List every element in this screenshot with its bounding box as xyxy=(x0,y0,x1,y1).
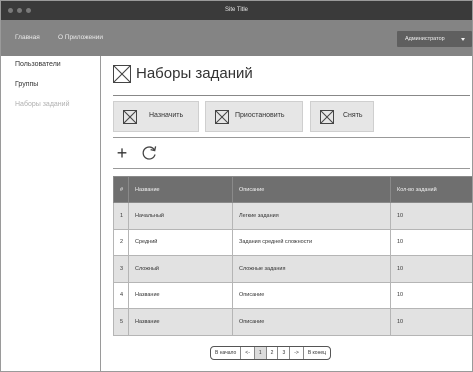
table-row[interactable]: 4 Название Описание 10 xyxy=(113,281,472,309)
pagination-first[interactable]: В начало xyxy=(211,347,242,359)
app-window: Site Title Главная О Приложении Админист… xyxy=(0,0,473,372)
pagination-next[interactable]: -> xyxy=(290,347,304,359)
column-header-name[interactable]: Название xyxy=(128,176,233,203)
refresh-icon[interactable] xyxy=(140,144,158,162)
cell-number: 4 xyxy=(113,281,129,309)
assign-button-label: Назначить xyxy=(149,112,184,119)
divider xyxy=(113,137,470,138)
column-header-number[interactable]: # xyxy=(113,176,129,203)
table-row[interactable]: 5 Название Описание 10 xyxy=(113,308,472,336)
remove-button[interactable]: Снять xyxy=(310,101,374,132)
sidebar-item-task-sets[interactable]: Наборы заданий xyxy=(15,101,70,108)
table-row[interactable]: 2 Средний Задания средней сложности 10 xyxy=(113,228,472,256)
divider xyxy=(113,168,470,169)
table-header-row: # Название Описание Кол-во заданий xyxy=(113,176,472,203)
placeholder-image-icon xyxy=(123,110,137,124)
cell-description: Легкие задания xyxy=(232,202,391,230)
cell-description: Описание xyxy=(232,308,391,336)
cell-name: Название xyxy=(128,308,233,336)
column-header-task-count[interactable]: Кол-во заданий xyxy=(390,176,472,203)
cell-task-count: 10 xyxy=(390,255,472,283)
user-role-value: Администратор xyxy=(405,36,445,42)
cell-task-count: 10 xyxy=(390,308,472,336)
sidebar-item-groups[interactable]: Группы xyxy=(15,81,38,88)
assign-button[interactable]: Назначить xyxy=(113,101,199,132)
title-bar: Site Title xyxy=(1,1,472,20)
task-sets-table: # Название Описание Кол-во заданий 1 Нач… xyxy=(113,176,472,336)
page-title: Наборы заданий xyxy=(136,65,253,82)
pagination-page-1[interactable]: 1 xyxy=(254,347,267,359)
nav-link-home[interactable]: Главная xyxy=(15,20,40,56)
chevron-down-icon xyxy=(461,38,465,41)
cell-number: 3 xyxy=(113,255,129,283)
placeholder-image-icon xyxy=(113,65,131,83)
pagination-last[interactable]: В конец xyxy=(304,347,330,359)
page-header: Наборы заданий xyxy=(113,61,470,96)
placeholder-image-icon xyxy=(320,110,334,124)
cell-number: 2 xyxy=(113,228,129,256)
suspend-button[interactable]: Приостановить xyxy=(205,101,303,132)
cell-description: Задания средней сложности xyxy=(232,228,391,256)
pagination: В начало <- 1 2 3 -> В конец xyxy=(210,346,331,360)
cell-number: 5 xyxy=(113,308,129,336)
pagination-page-3[interactable]: 3 xyxy=(278,347,291,359)
cell-name: Средний xyxy=(128,228,233,256)
user-role-dropdown[interactable]: Администратор xyxy=(397,31,472,47)
cell-description: Сложные задания xyxy=(232,255,391,283)
sidebar: Пользователи Группы Наборы заданий xyxy=(1,56,101,371)
cell-name: Начальный xyxy=(128,202,233,230)
column-header-description[interactable]: Описание xyxy=(232,176,391,203)
cell-task-count: 10 xyxy=(390,228,472,256)
placeholder-image-icon xyxy=(215,110,229,124)
cell-description: Описание xyxy=(232,281,391,309)
cell-task-count: 10 xyxy=(390,202,472,230)
pagination-prev[interactable]: <- xyxy=(241,347,255,359)
cell-number: 1 xyxy=(113,202,129,230)
table-row[interactable]: 1 Начальный Легкие задания 10 xyxy=(113,202,472,230)
window-title: Site Title xyxy=(224,7,248,13)
sidebar-item-users[interactable]: Пользователи xyxy=(15,61,61,68)
table-row[interactable]: 3 Сложный Сложные задания 10 xyxy=(113,255,472,283)
nav-link-about[interactable]: О Приложении xyxy=(58,20,103,56)
remove-button-label: Снять xyxy=(343,112,363,119)
plus-icon[interactable]: + xyxy=(114,144,130,162)
cell-task-count: 10 xyxy=(390,281,472,309)
suspend-button-label: Приостановить xyxy=(235,112,285,119)
cell-name: Сложный xyxy=(128,255,233,283)
cell-name: Название xyxy=(128,281,233,309)
pagination-page-2[interactable]: 2 xyxy=(267,347,279,359)
